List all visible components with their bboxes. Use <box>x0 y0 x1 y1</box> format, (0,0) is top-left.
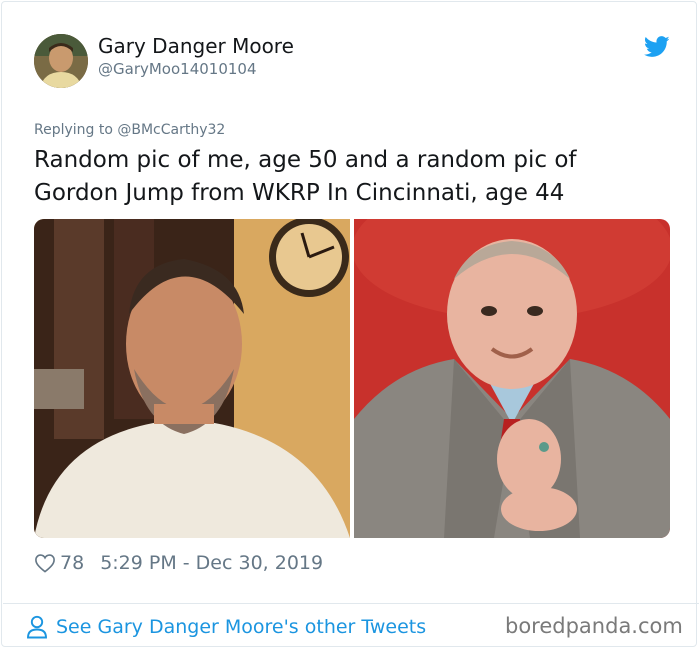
see-other-tweets-link[interactable]: See Gary Danger Moore's other Tweets <box>26 613 426 641</box>
boredpanda-watermark: boredpanda.com <box>505 614 683 638</box>
heart-icon[interactable] <box>34 553 56 573</box>
tweet-timestamp[interactable]: 5:29 PM - Dec 30, 2019 <box>100 552 323 574</box>
replying-to[interactable]: Replying to @BMcCarthy32 <box>34 122 225 138</box>
tweet-photo-gordon-jump[interactable] <box>354 219 670 538</box>
author-name[interactable]: Gary Danger Moore <box>98 34 294 58</box>
twitter-bird-icon[interactable] <box>644 36 670 58</box>
person-icon <box>27 615 47 639</box>
like-count[interactable]: 78 <box>60 552 84 574</box>
author-avatar[interactable] <box>34 34 88 88</box>
tweet-text: Random pic of me, age 50 and a random pi… <box>34 147 577 206</box>
author-handle[interactable]: @GaryMoo14010104 <box>98 60 257 78</box>
tweet-photo-selfie[interactable] <box>34 219 350 538</box>
see-other-tweets-label[interactable]: See Gary Danger Moore's other Tweets <box>56 616 426 638</box>
footer-divider <box>3 603 699 604</box>
tweet-meta: 78 5:29 PM - Dec 30, 2019 <box>34 550 323 576</box>
tweet-card: Gary Danger Moore @GaryMoo14010104 Reply… <box>1 1 699 647</box>
